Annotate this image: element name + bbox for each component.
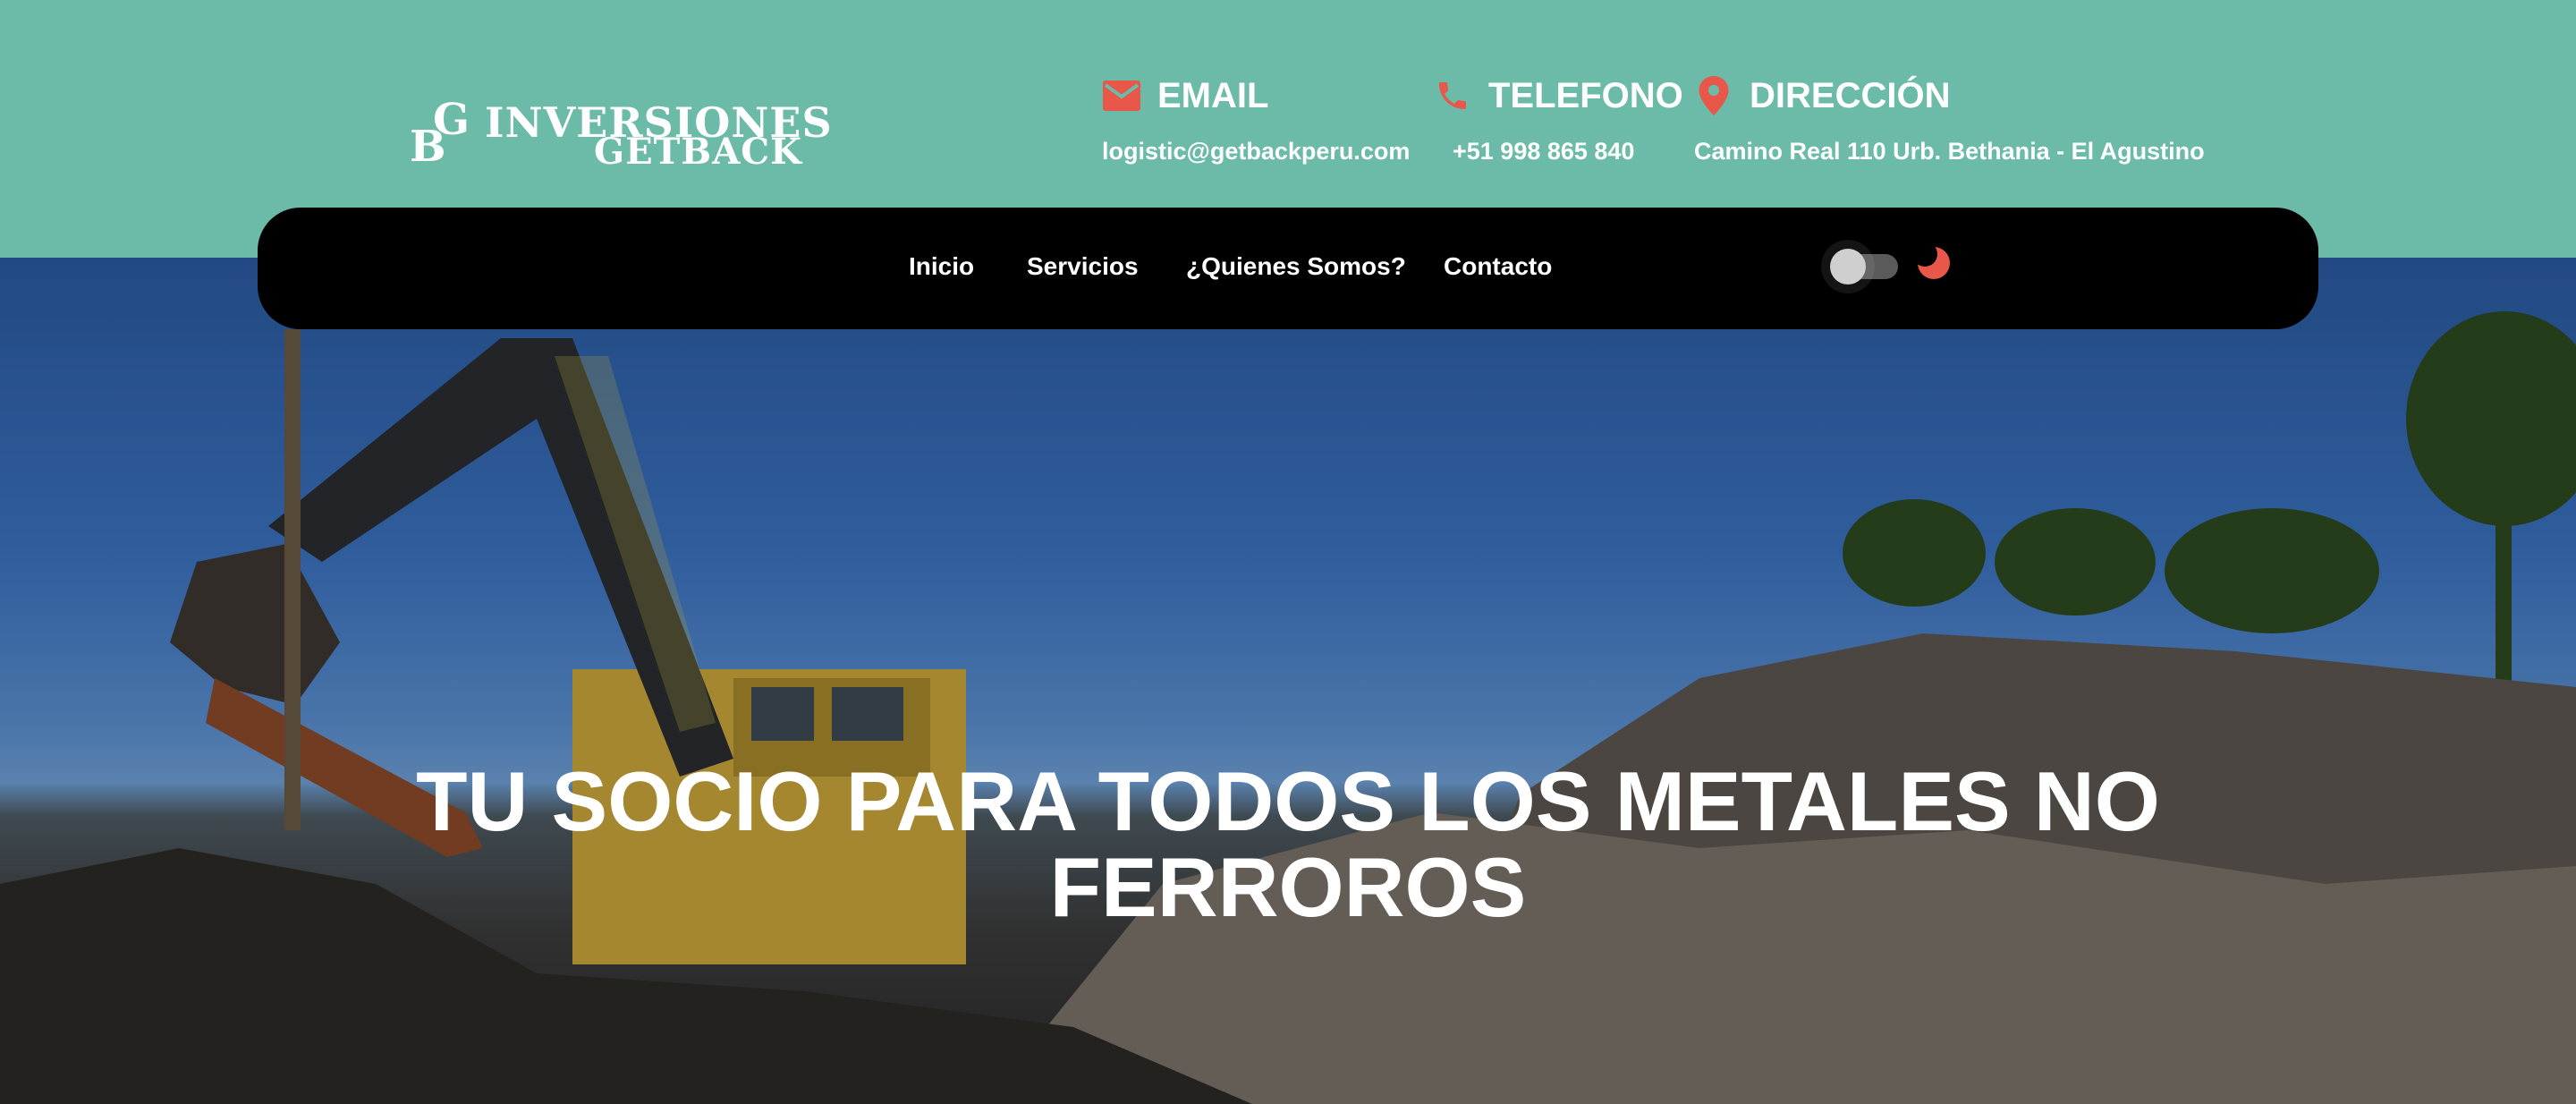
nav-item-contacto[interactable]: Contacto [1444,252,1552,281]
contact-phone: TELEFONO [1433,73,1683,118]
contact-email: EMAIL [1102,73,1268,118]
main-nav: Inicio Servicios ¿Quienes Somos? Contact… [258,208,2318,329]
email-icon [1102,76,1141,115]
phone-icon [1433,76,1472,115]
moon-icon [1912,242,1953,283]
logo-letter-b: B [410,122,446,172]
contact-address-value: Camino Real 110 Urb. Bethania - El Agust… [1694,138,2205,165]
contact-email-value[interactable]: logistic@getbackperu.com [1102,138,1410,166]
nav-item-quienes-somos[interactable]: ¿Quienes Somos? [1186,252,1406,281]
theme-toggle-knob [1830,249,1866,284]
location-pin-icon [1694,76,1733,115]
contact-phone-title: TELEFONO [1488,75,1683,115]
contact-phone-value[interactable]: +51 998 865 840 [1453,138,1634,166]
theme-toggle[interactable] [1830,249,1898,284]
contact-address-title: DIRECCIÓN [1750,75,1951,115]
nav-item-servicios[interactable]: Servicios [1027,252,1139,281]
contact-address: DIRECCIÓN [1694,73,1950,118]
nav-item-inicio[interactable]: Inicio [909,252,974,281]
logo[interactable]: G B INVERSIONES GETBACK [410,95,839,173]
hero-overlay [0,258,2576,1104]
logo-line-getback: GETBACK [594,131,802,173]
hero-title: TU SOCIO PARA TODOS LOS METALES NO FERRO… [416,754,2160,934]
hero-banner: TU SOCIO PARA TODOS LOS METALES NO FERRO… [0,258,2576,1104]
contact-email-title: EMAIL [1157,75,1269,115]
